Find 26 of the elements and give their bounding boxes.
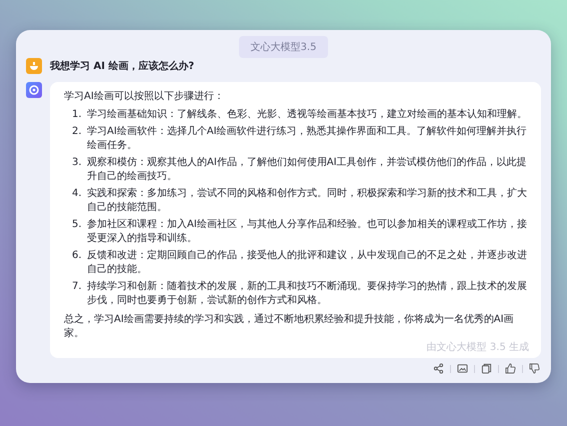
user-avatar-icon: [26, 58, 42, 74]
user-question: 我想学习 AI 绘画，应该怎么办?: [50, 59, 194, 73]
step-number: 5.: [72, 218, 83, 232]
step-text: 观察和模仿：观察其他人的AI作品，了解他们如何使用AI工具创作，并尝试模仿他们的作品，以此提升自己的绘画技巧。: [87, 156, 528, 184]
step-text: 参加社区和课程：加入AI绘画社区，与其他人分享作品和经验。也可以参加相关的课程或工作坊，接受更深入的指导和训练。: [87, 218, 528, 246]
step-text: 学习AI绘画软件：选择几个AI绘画软件进行练习，熟悉其操作界面和工具。了解软件如何理解并执行绘画任务。: [87, 125, 528, 153]
share-icon[interactable]: [432, 362, 445, 375]
copy-icon[interactable]: [480, 362, 493, 375]
thumbs-down-icon[interactable]: [528, 362, 541, 375]
image-icon[interactable]: [456, 362, 469, 375]
step-number: 2.: [72, 125, 83, 139]
bot-avatar-icon: [26, 82, 42, 98]
model-tag: 文心大模型3.5: [238, 36, 328, 58]
answer-intro: 学习AI绘画可以按照以下步骤进行：: [64, 90, 225, 104]
step-number: 6.: [72, 249, 83, 263]
step-number: 1.: [72, 108, 83, 122]
step-number: 3.: [72, 156, 83, 170]
step-number: 4.: [72, 187, 83, 201]
step-number: 7.: [72, 280, 83, 294]
step-text: 实践和探索：多加练习，尝试不同的风格和创作方式。同时，积极探索和学习新的技术和工具，扩大自己的技能范围。: [87, 187, 528, 215]
generated-note: 由文心大模型 3.5 生成: [426, 341, 529, 355]
step-text: 反馈和改进：定期回顾自己的作品，接受他人的批评和建议，从中发现自己的不足之处，并逐步改进自己的技能。: [87, 249, 528, 277]
step-text: 学习绘画基础知识：了解线条、色彩、光影、透视等绘画基本技巧，建立对绘画的基本认知和理解。: [87, 108, 527, 122]
step-text: 持续学习和创新：随着技术的发展，新的工具和技巧不断涌现。要保持学习的热情，跟上技术的发展步伐，同时也要勇于创新，尝试新的创作方式和风格。: [87, 280, 528, 308]
thumbs-up-icon[interactable]: [504, 362, 517, 375]
answer-conclusion: 总之，学习AI绘画需要持续的学习和实践，通过不断地积累经验和提升技能，你将成为一名优秀的AI画家。: [64, 313, 515, 341]
